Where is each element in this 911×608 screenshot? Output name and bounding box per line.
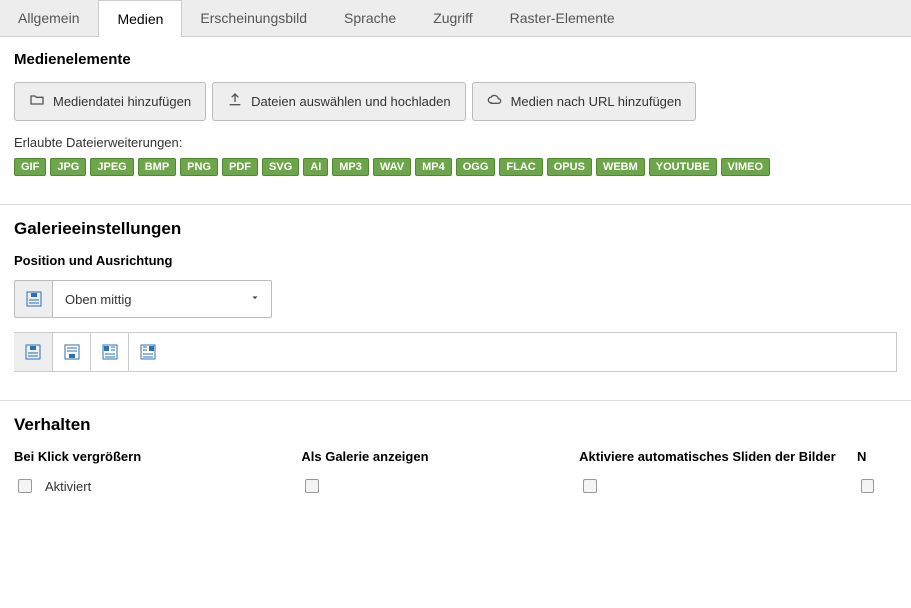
ext-badge: FLAC (499, 158, 542, 176)
enlarge-checkbox[interactable] (18, 479, 32, 493)
position-select[interactable]: Oben mittig (52, 280, 272, 318)
as-gallery-label: Als Galerie anzeigen (301, 449, 559, 464)
tab-raster-elemente[interactable]: Raster-Elemente (492, 0, 634, 36)
align-option-4[interactable] (128, 333, 166, 371)
behavior-as-gallery: Als Galerie anzeigen (301, 449, 579, 496)
ext-badge: VIMEO (721, 158, 770, 176)
alignment-toolbar (14, 332, 897, 372)
ext-badge: WEBM (596, 158, 645, 176)
media-title: Medienelemente (14, 51, 897, 68)
gallery-section: Galerieeinstellungen Position und Ausric… (0, 205, 911, 382)
behavior-columns: Bei Klick vergrößern Aktiviert Als Galer… (14, 449, 897, 496)
align-top-center-icon (25, 344, 41, 360)
behavior-section: Verhalten Bei Klick vergrößern Aktiviert… (0, 401, 911, 506)
tab-allgemein[interactable]: Allgemein (0, 0, 98, 36)
tab-erscheinungsbild[interactable]: Erscheinungsbild (182, 0, 326, 36)
ext-badge: PNG (180, 158, 218, 176)
align-option-1[interactable] (14, 333, 52, 371)
folder-icon (29, 92, 45, 111)
align-bottom-center-icon (64, 344, 80, 360)
add-media-file-button[interactable]: Mediendatei hinzufügen (14, 82, 206, 121)
allowed-extensions-label: Erlaubte Dateierweiterungen: (14, 135, 897, 150)
media-section: Medienelemente Mediendatei hinzufügen Da… (0, 37, 911, 186)
ext-badge: JPEG (90, 158, 133, 176)
upload-files-button[interactable]: Dateien auswählen und hochladen (212, 82, 466, 121)
ext-badge: YOUTUBE (649, 158, 717, 176)
position-label: Position und Ausrichtung (14, 253, 897, 268)
position-field: Oben mittig (14, 280, 897, 318)
align-text-right-icon (140, 344, 156, 360)
chevron-down-icon (249, 292, 261, 307)
fourth-label: N (857, 449, 877, 464)
align-option-2[interactable] (52, 333, 90, 371)
add-media-url-button[interactable]: Medien nach URL hinzufügen (472, 82, 697, 121)
behavior-title: Verhalten (14, 415, 897, 435)
auto-slide-checkbox[interactable] (583, 479, 597, 493)
auto-slide-label: Aktiviere automatisches Sliden der Bilde… (579, 449, 837, 464)
ext-badge: SVG (262, 158, 299, 176)
enlarge-label: Bei Klick vergrößern (14, 449, 281, 464)
ext-badge: GIF (14, 158, 46, 176)
ext-badge: MP3 (332, 158, 369, 176)
enlarge-checkbox-label: Aktiviert (45, 479, 91, 494)
ext-badge: WAV (373, 158, 411, 176)
ext-badge: JPG (50, 158, 86, 176)
tab-medien[interactable]: Medien (98, 0, 182, 37)
tab-bar: Allgemein Medien Erscheinungsbild Sprach… (0, 0, 911, 37)
position-select-value: Oben mittig (65, 292, 131, 307)
align-text-left-icon (102, 344, 118, 360)
allowed-extensions-list: GIF JPG JPEG BMP PNG PDF SVG AI MP3 WAV … (14, 158, 897, 176)
media-buttons: Mediendatei hinzufügen Dateien auswählen… (14, 82, 897, 121)
position-preview-icon (14, 280, 52, 318)
behavior-enlarge: Bei Klick vergrößern Aktiviert (14, 449, 301, 496)
gallery-title: Galerieeinstellungen (14, 219, 897, 239)
fourth-checkbox[interactable] (861, 479, 874, 493)
as-gallery-checkbox[interactable] (305, 479, 319, 493)
ext-badge: AI (303, 158, 328, 176)
tab-sprache[interactable]: Sprache (326, 0, 415, 36)
tab-zugriff[interactable]: Zugriff (415, 0, 491, 36)
upload-icon (227, 92, 243, 111)
cloud-icon (487, 92, 503, 111)
ext-badge: OPUS (547, 158, 592, 176)
behavior-fourth: N (857, 449, 897, 496)
ext-badge: PDF (222, 158, 258, 176)
ext-badge: OGG (456, 158, 496, 176)
add-media-url-label: Medien nach URL hinzufügen (511, 94, 682, 109)
upload-files-label: Dateien auswählen und hochladen (251, 94, 451, 109)
align-option-3[interactable] (90, 333, 128, 371)
behavior-auto-slide: Aktiviere automatisches Sliden der Bilde… (579, 449, 857, 496)
add-media-file-label: Mediendatei hinzufügen (53, 94, 191, 109)
align-top-center-icon (26, 291, 42, 307)
ext-badge: BMP (138, 158, 176, 176)
ext-badge: MP4 (415, 158, 452, 176)
